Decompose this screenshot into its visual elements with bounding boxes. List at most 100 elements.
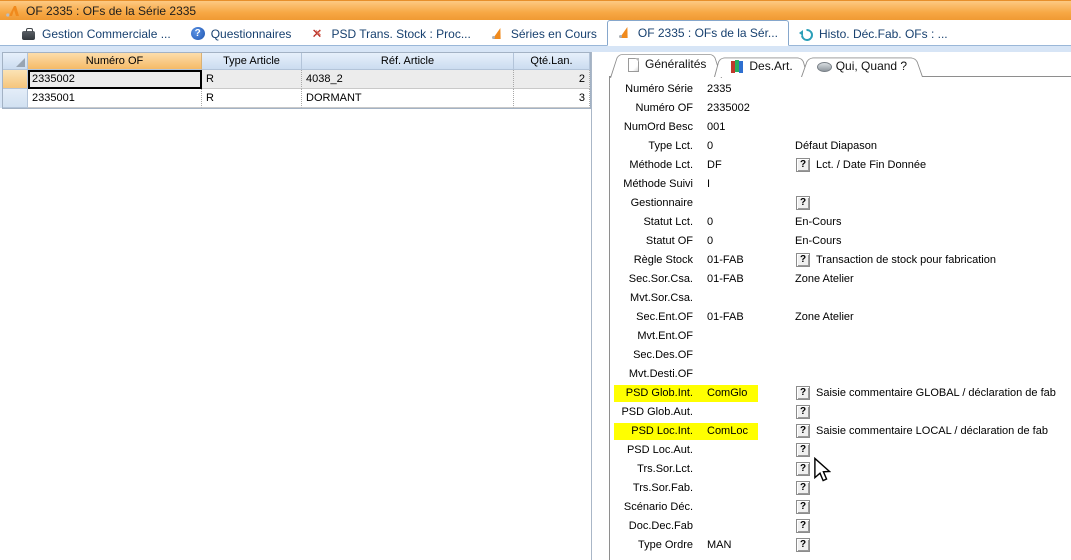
- cell-qte-lan[interactable]: 2: [514, 70, 590, 89]
- form-row: Type Ordre MAN ?: [610, 536, 1071, 555]
- main-tab[interactable]: OF 2335 : OFs de la Sér...: [607, 20, 789, 46]
- help-button[interactable]: ?: [796, 481, 810, 495]
- content-area: Numéro OF Type Article Réf. Article Qté.…: [0, 46, 1071, 560]
- help-button[interactable]: ?: [796, 386, 810, 400]
- help-button[interactable]: ?: [796, 405, 810, 419]
- of-table-body: 2335002 R 4038_2 2 2335001 R DORMANT 3: [3, 70, 590, 108]
- field-value[interactable]: 01-FAB: [707, 308, 744, 327]
- field-description: Saisie commentaire GLOBAL / déclaration …: [816, 384, 1056, 403]
- cell-numero-of[interactable]: 2335002: [28, 70, 202, 89]
- main-tab[interactable]: Gestion Commerciale ...: [12, 23, 181, 44]
- help-button[interactable]: ?: [796, 462, 810, 476]
- window-title: OF 2335 : OFs de la Série 2335: [26, 4, 196, 18]
- help-button[interactable]: ?: [796, 158, 810, 172]
- of-list-panel: Numéro OF Type Article Réf. Article Qté.…: [2, 52, 592, 560]
- redx-icon: [311, 27, 325, 41]
- diapason-icon: [491, 27, 505, 41]
- field-value[interactable]: 0: [707, 137, 713, 156]
- help-button[interactable]: ?: [796, 196, 810, 210]
- column-header-ref-article[interactable]: Réf. Article: [302, 53, 514, 70]
- detail-tab-strip: Généralités Des.Art. Qui, Quand ?: [614, 50, 919, 77]
- field-value[interactable]: DF: [707, 156, 722, 175]
- main-tab-label: OF 2335 : OFs de la Sér...: [638, 26, 778, 40]
- field-value[interactable]: 001: [707, 118, 725, 137]
- field-description: Lct. / Date Fin Donnée: [816, 156, 926, 175]
- column-header-type-article[interactable]: Type Article: [202, 53, 302, 70]
- cell-qte-lan[interactable]: 3: [514, 89, 590, 108]
- form-row: Méthode Lct. DF ? Lct. / Date Fin Donnée: [610, 156, 1071, 175]
- help-button[interactable]: ?: [796, 443, 810, 457]
- form-row: Doc.Dec.Fab ?: [610, 517, 1071, 536]
- field-value[interactable]: 2335002: [707, 99, 750, 118]
- help-button[interactable]: ?: [796, 500, 810, 514]
- field-description: Saisie commentaire LOCAL / déclaration d…: [816, 422, 1048, 441]
- main-tab[interactable]: Séries en Cours: [481, 23, 607, 44]
- form-row: Mvt.Desti.OF: [610, 365, 1071, 384]
- detail-tab[interactable]: Généralités: [614, 50, 718, 77]
- field-description: En-Cours: [795, 232, 841, 251]
- form-row: PSD Loc.Int. ComLoc ? Saisie commentaire…: [610, 422, 1071, 441]
- field-value[interactable]: 0: [707, 232, 713, 251]
- cell-ref-article[interactable]: DORMANT: [302, 89, 514, 108]
- main-tab-label: Gestion Commerciale ...: [42, 27, 171, 41]
- detail-tab-label: Généralités: [645, 57, 706, 71]
- help-button[interactable]: ?: [796, 538, 810, 552]
- field-label: Sec.Sor.Csa.: [615, 270, 693, 289]
- diapason-icon: [618, 26, 632, 40]
- briefcase-icon: [22, 27, 36, 41]
- detail-tab[interactable]: Des.Art.: [718, 55, 804, 77]
- help-button[interactable]: ?: [796, 519, 810, 533]
- field-label: Statut Lct.: [615, 213, 693, 232]
- field-label: Mvt.Ent.OF: [615, 327, 693, 346]
- field-value[interactable]: ComGlo: [707, 384, 747, 403]
- field-label: Mvt.Desti.OF: [615, 365, 693, 384]
- form-row: PSD Loc.Aut. ?: [610, 441, 1071, 460]
- question-circle-icon: [191, 27, 205, 40]
- field-label: Doc.Dec.Fab: [615, 517, 693, 536]
- column-header-qte-lan[interactable]: Qté.Lan.: [514, 53, 590, 70]
- form-row: Méthode Suivi I: [610, 175, 1071, 194]
- main-tab[interactable]: Histo. Déc.Fab. OFs : ...: [789, 23, 958, 44]
- cell-ref-article[interactable]: 4038_2: [302, 70, 514, 89]
- row-marker-cell[interactable]: [3, 70, 28, 89]
- app-window: OF 2335 : OFs de la Série 2335 Gestion C…: [0, 0, 1071, 560]
- field-value[interactable]: 2335: [707, 80, 731, 99]
- form-row: NumOrd Besc 001: [610, 118, 1071, 137]
- field-label: PSD Loc.Aut.: [615, 441, 693, 460]
- form-row: Scénario Déc. ?: [610, 498, 1071, 517]
- main-tab[interactable]: PSD Trans. Stock : Proc...: [301, 23, 480, 44]
- form-row: Mvt.Ent.OF: [610, 327, 1071, 346]
- field-value[interactable]: 01-FAB: [707, 270, 744, 289]
- form-row: Numéro Série 2335: [610, 80, 1071, 99]
- main-tab[interactable]: Questionnaires: [181, 23, 302, 44]
- form-row: Mvt.Sor.Csa.: [610, 289, 1071, 308]
- field-description: Zone Atelier: [795, 270, 854, 289]
- field-value[interactable]: MAN: [707, 536, 731, 555]
- cell-type-article[interactable]: R: [202, 89, 302, 108]
- help-button[interactable]: ?: [796, 424, 810, 438]
- main-tab-label: PSD Trans. Stock : Proc...: [331, 27, 470, 41]
- field-value[interactable]: I: [707, 175, 710, 194]
- detail-tab-label: Des.Art.: [749, 59, 792, 73]
- of-table-header: Numéro OF Type Article Réf. Article Qté.…: [3, 53, 590, 70]
- field-label: Règle Stock: [615, 251, 693, 270]
- field-label: PSD Glob.Aut.: [615, 403, 693, 422]
- field-value[interactable]: 0: [707, 213, 713, 232]
- table-corner-cell[interactable]: [3, 53, 28, 70]
- field-value[interactable]: 01-FAB: [707, 251, 744, 270]
- row-marker-cell[interactable]: [3, 89, 28, 108]
- cell-numero-of[interactable]: 2335001: [28, 89, 202, 108]
- clock-icon: [817, 59, 831, 73]
- field-value[interactable]: ComLoc: [707, 422, 748, 441]
- field-label: Trs.Sor.Fab.: [615, 479, 693, 498]
- field-label: NumOrd Besc: [615, 118, 693, 137]
- field-label: Sec.Des.OF: [615, 346, 693, 365]
- field-label: Gestionnaire: [615, 194, 693, 213]
- detail-tab[interactable]: Qui, Quand ?: [805, 55, 919, 77]
- books-icon: [730, 59, 744, 73]
- column-header-numero-of[interactable]: Numéro OF: [28, 53, 202, 70]
- main-tab-label: Questionnaires: [211, 27, 292, 41]
- cell-type-article[interactable]: R: [202, 70, 302, 89]
- help-button[interactable]: ?: [796, 253, 810, 267]
- table-row: 2335002 R 4038_2 2: [3, 70, 590, 89]
